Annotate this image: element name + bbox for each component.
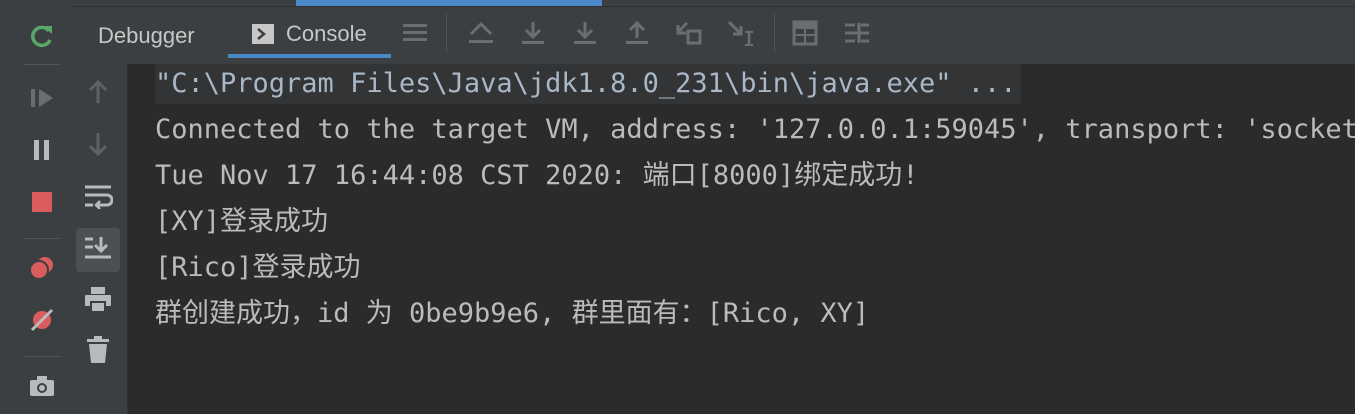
evaluate-expression-icon — [792, 20, 818, 50]
debug-left-toolbar — [0, 0, 70, 414]
console-line: Connected to the target VM, address: '12… — [155, 114, 1355, 145]
view-breakpoints-button[interactable] — [22, 250, 62, 290]
run-to-cursor-icon — [727, 20, 755, 50]
next-occurrence-button[interactable] — [76, 124, 120, 168]
toolbar-separator — [446, 14, 447, 52]
step-out-icon — [624, 20, 650, 50]
run-to-cursor-button[interactable] — [726, 20, 756, 50]
rerun-button[interactable] — [22, 18, 62, 58]
previous-occurrence-button[interactable] — [76, 72, 120, 116]
view-breakpoints-icon — [28, 255, 56, 285]
drop-frame-icon — [675, 20, 703, 50]
camera-icon — [28, 374, 56, 402]
evaluate-expression-button[interactable] — [790, 20, 820, 50]
soft-wrap-icon — [83, 183, 114, 213]
tab-debugger-label: Debugger — [98, 23, 195, 48]
print-icon — [83, 286, 113, 318]
up-arrow-icon — [87, 79, 109, 109]
soft-wrap-button[interactable] — [76, 176, 120, 220]
tab-debugger[interactable]: Debugger — [98, 14, 195, 58]
console-line: [Rico]登录成功 — [155, 252, 361, 283]
scroll-to-end-button[interactable] — [76, 228, 120, 272]
stop-button[interactable] — [22, 184, 62, 224]
console-line-command: "C:\Program Files\Java\jdk1.8.0_231\bin\… — [155, 64, 1021, 104]
console-line: Tue Nov 17 16:44:08 CST 2020: 端口[8000]绑定… — [155, 160, 919, 191]
mute-breakpoints-icon — [28, 306, 56, 338]
step-into-icon — [572, 20, 598, 50]
get-thread-dump-button[interactable] — [22, 368, 62, 408]
trace-button[interactable] — [842, 20, 872, 50]
debug-tab-toolbar: Debugger Console — [70, 0, 1355, 65]
clear-all-icon — [86, 336, 110, 368]
show-execution-point-button[interactable] — [466, 20, 496, 50]
mute-breakpoints-button[interactable] — [22, 302, 62, 342]
pause-button[interactable] — [22, 132, 62, 172]
drop-frame-button[interactable] — [674, 20, 704, 50]
toolbar-separator — [774, 14, 775, 52]
pause-icon — [32, 139, 52, 165]
active-window-indicator — [296, 0, 602, 6]
step-over-icon — [520, 20, 546, 50]
print-button[interactable] — [76, 280, 120, 324]
clear-all-button[interactable] — [76, 330, 120, 374]
threads-list-button[interactable] — [400, 20, 430, 50]
trace-icon — [843, 21, 871, 49]
toolbar-separator — [24, 64, 60, 65]
scroll-to-end-icon — [83, 235, 113, 265]
console-line: [XY]登录成功 — [155, 206, 329, 237]
step-over-button[interactable] — [518, 20, 548, 50]
step-into-button[interactable] — [570, 20, 600, 50]
stop-icon — [31, 191, 53, 217]
rerun-icon — [28, 22, 56, 54]
toolbar-separator — [24, 356, 60, 357]
console-line: 群创建成功，id 为 0be9b9e6, 群里面有：[Rico, XY] — [155, 298, 870, 329]
step-out-button[interactable] — [622, 20, 652, 50]
show-execution-point-icon — [467, 20, 495, 50]
topbar-border — [70, 0, 1355, 7]
console-output[interactable]: "C:\Program Files\Java\jdk1.8.0_231\bin\… — [128, 64, 1355, 414]
resume-icon — [29, 87, 55, 113]
toolbar-separator — [24, 238, 60, 239]
tab-console[interactable]: Console — [228, 14, 391, 58]
console-icon — [252, 23, 274, 45]
down-arrow-icon — [87, 131, 109, 161]
console-side-toolbar — [70, 64, 128, 414]
tab-console-label: Console — [286, 21, 367, 46]
resume-button[interactable] — [22, 80, 62, 120]
threads-list-icon — [402, 22, 428, 48]
